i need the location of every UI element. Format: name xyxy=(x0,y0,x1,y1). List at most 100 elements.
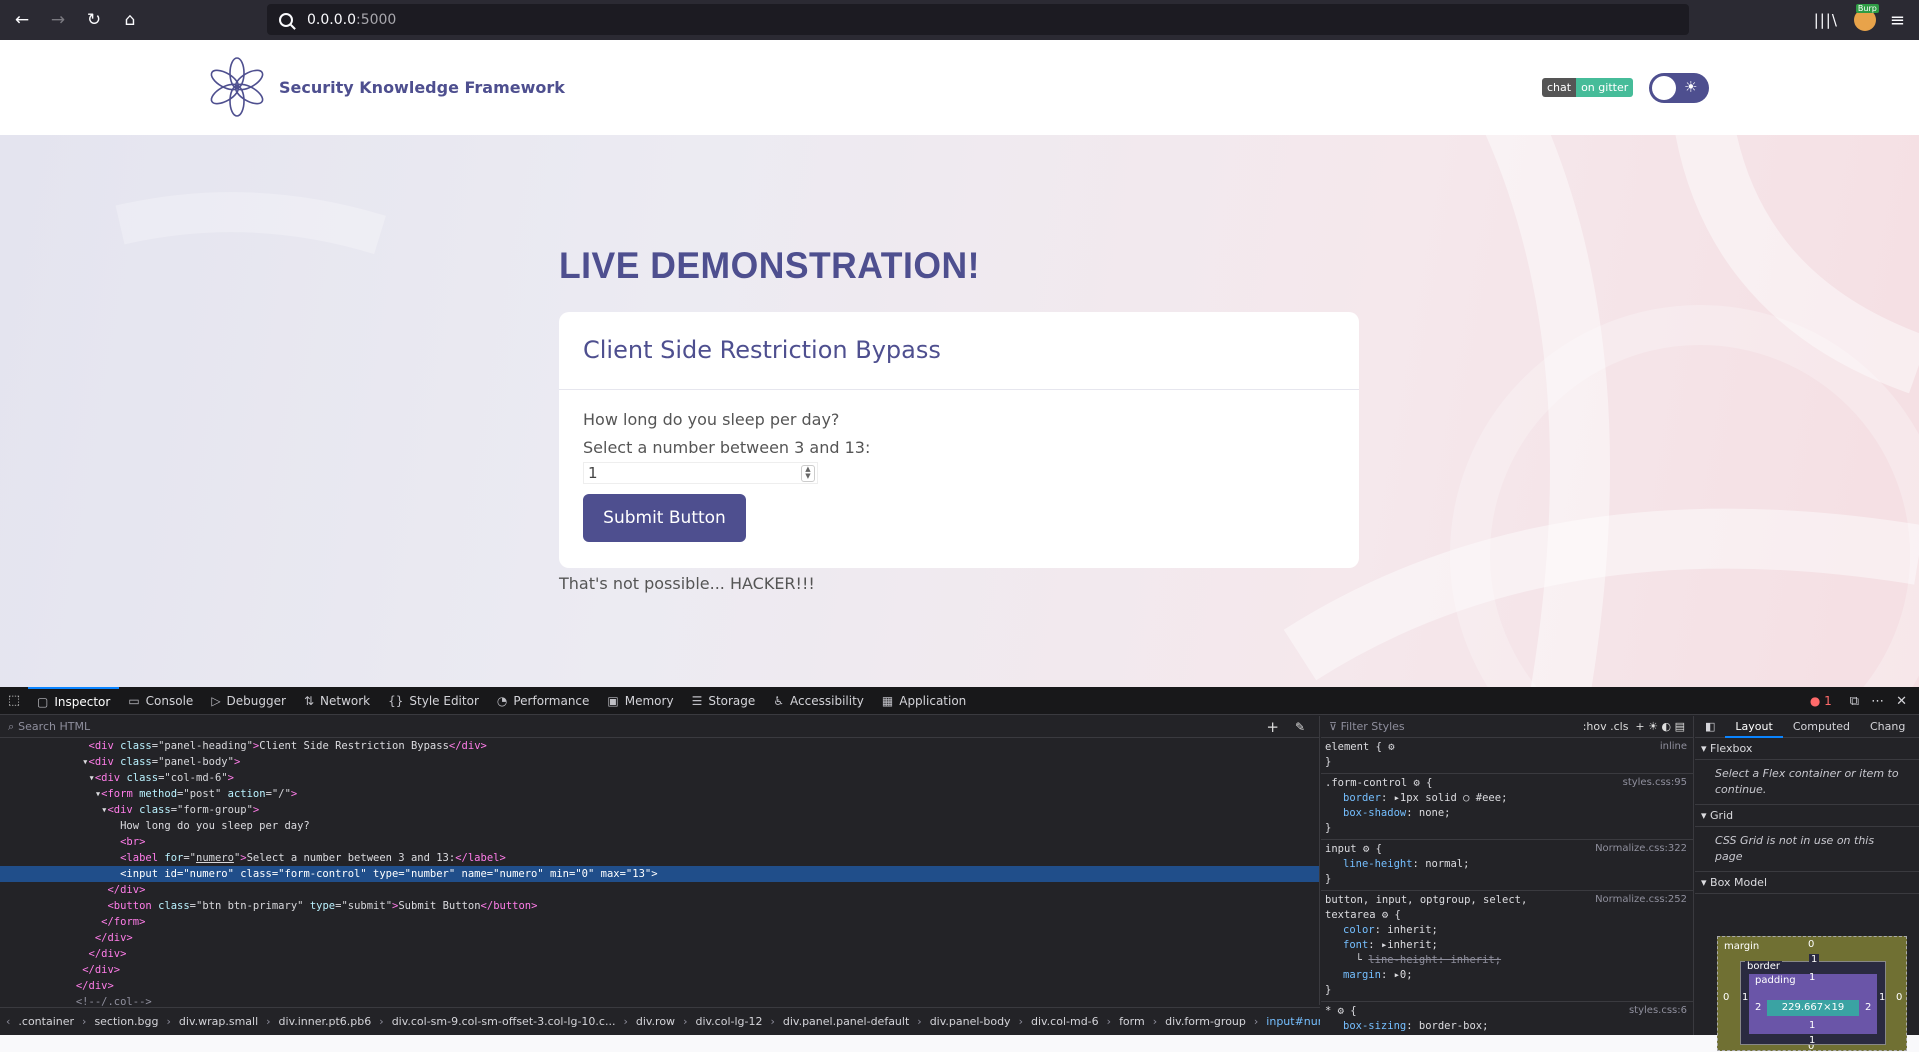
border-right-value[interactable]: 1 xyxy=(1879,992,1885,1003)
padding-bottom-value[interactable]: 1 xyxy=(1809,1020,1815,1031)
markup-line[interactable]: ▾<div class="panel-body"> xyxy=(0,754,1319,770)
markup-line[interactable]: </form> xyxy=(0,914,1319,930)
property-name[interactable]: border xyxy=(1343,792,1381,804)
markup-line[interactable]: <label for="numero">Select a number betw… xyxy=(0,850,1319,866)
css-rule[interactable]: element { ⚙ inline } xyxy=(1321,738,1693,774)
property-name[interactable]: color xyxy=(1343,924,1375,936)
gitter-chat-badge[interactable]: chat on gitter xyxy=(1542,78,1634,97)
padding-right-value[interactable]: 2 xyxy=(1865,1002,1871,1013)
border-top-value[interactable]: 1 xyxy=(1809,954,1820,965)
flexbox-section-toggle[interactable]: ▾ Flexbox xyxy=(1695,738,1919,760)
back-arrow-icon[interactable]: ← xyxy=(8,6,36,34)
search-html[interactable]: ⌕ Search HTML + ✎ xyxy=(0,716,1319,738)
tab-storage[interactable]: ☰ Storage xyxy=(683,687,765,715)
margin-right-value[interactable]: 0 xyxy=(1896,992,1902,1003)
border-left-value[interactable]: 1 xyxy=(1742,992,1748,1003)
gear-icon[interactable]: ⚙ xyxy=(1414,777,1420,789)
css-rule[interactable]: * ⚙ { styles.css:6 box-sizing: border-bo… xyxy=(1321,1002,1693,1038)
property-value[interactable]: normal xyxy=(1425,858,1463,870)
property-name[interactable]: margin xyxy=(1343,969,1381,981)
breadcrumb-item[interactable]: .container xyxy=(18,1015,74,1028)
rule-source[interactable]: styles.css:95 xyxy=(1623,777,1687,788)
property-value[interactable]: inherit xyxy=(1387,924,1431,936)
gear-icon[interactable]: ⚙ xyxy=(1388,741,1394,753)
breadcrumb-item[interactable]: div.row xyxy=(636,1015,675,1028)
library-icon[interactable]: |||\ xyxy=(1814,11,1838,29)
property-value[interactable]: inherit xyxy=(1387,939,1431,951)
gear-icon[interactable]: ⚙ xyxy=(1338,1005,1344,1017)
number-input[interactable]: 1 ▲ ▼ xyxy=(583,462,818,484)
tab-network[interactable]: ⇅ Network xyxy=(295,687,379,715)
hov-cls-toggles[interactable]: :hov .cls xyxy=(1583,720,1629,733)
markup-line[interactable]: </div> xyxy=(0,882,1319,898)
rule-source[interactable]: Normalize.css:322 xyxy=(1595,843,1687,854)
tab-application[interactable]: ▦ Application xyxy=(873,687,975,715)
markup-line[interactable]: </div> xyxy=(0,962,1319,978)
breadcrumb-item-current[interactable]: input#numero.form-control xyxy=(1266,1015,1320,1028)
css-rule[interactable]: .form-control ⚙ { styles.css:95 border: … xyxy=(1321,774,1693,840)
tab-performance[interactable]: ◔ Performance xyxy=(488,687,599,715)
breadcrumb-item[interactable]: div.col-lg-12 xyxy=(695,1015,762,1028)
gear-icon[interactable]: ⚙ xyxy=(1382,909,1388,921)
close-icon[interactable]: ✕ xyxy=(1896,694,1907,709)
property-name[interactable]: font xyxy=(1343,939,1368,951)
breadcrumb-item[interactable]: div.wrap.small xyxy=(179,1015,258,1028)
markup-line[interactable]: <div class="panel-heading">Client Side R… xyxy=(0,738,1319,754)
rule-source[interactable]: styles.css:6 xyxy=(1629,1005,1687,1016)
tab-accessibility[interactable]: ♿ Accessibility xyxy=(764,687,873,715)
markup-line[interactable]: ▾<div class="form-group"> xyxy=(0,802,1319,818)
more-options-icon[interactable]: ⋯ xyxy=(1871,694,1884,709)
dock-icon[interactable]: ⧉ xyxy=(1850,694,1859,709)
tab-computed[interactable]: Computed xyxy=(1783,716,1860,738)
breadcrumb-item[interactable]: div.col-md-6 xyxy=(1031,1015,1099,1028)
tab-memory[interactable]: ▣ Memory xyxy=(598,687,682,715)
property-value[interactable]: border-box xyxy=(1419,1020,1482,1032)
reload-icon[interactable]: ↻ xyxy=(80,6,108,34)
property-value[interactable]: 1px solid xyxy=(1400,792,1457,804)
property-name[interactable]: line-height xyxy=(1343,858,1413,870)
markup-line[interactable]: </div> xyxy=(0,978,1319,994)
url-bar[interactable]: 0.0.0.0:5000 xyxy=(267,4,1689,35)
home-icon[interactable]: ⌂ xyxy=(116,6,144,34)
breadcrumb-item[interactable]: div.panel.panel-default xyxy=(783,1015,909,1028)
css-rule[interactable]: input ⚙ { Normalize.css:322 line-height:… xyxy=(1321,840,1693,891)
breadcrumb-item[interactable]: div.form-group xyxy=(1165,1015,1246,1028)
brand[interactable]: Security Knowledge Framework xyxy=(207,54,565,120)
markup-line[interactable]: </div> xyxy=(0,930,1319,946)
grid-section-toggle[interactable]: ▾ Grid xyxy=(1695,805,1919,827)
property-name[interactable]: box-shadow xyxy=(1343,807,1406,819)
css-rule[interactable]: button, input, optgroup, select, textare… xyxy=(1321,891,1693,1002)
element-picker-icon[interactable]: ⬚ xyxy=(0,687,28,715)
rule-tools[interactable]: :hov .cls + ☀ ◐ ▤ xyxy=(1583,720,1685,733)
box-model-section-toggle[interactable]: ▾ Box Model xyxy=(1695,872,1919,894)
rule-source[interactable]: inline xyxy=(1660,741,1687,752)
overridden-property[interactable]: line-height: inherit; xyxy=(1368,954,1501,966)
rule-source[interactable]: Normalize.css:252 xyxy=(1595,894,1687,905)
eyedropper-icon[interactable]: ✎ xyxy=(1295,720,1305,734)
breadcrumb-item[interactable]: section.bgg xyxy=(94,1015,158,1028)
content-size[interactable]: 229.667×19 xyxy=(1767,1000,1859,1016)
breadcrumb-item[interactable]: div.panel-body xyxy=(930,1015,1011,1028)
chevron-left-icon[interactable]: ‹ xyxy=(6,1015,10,1028)
property-name[interactable]: box-sizing xyxy=(1343,1020,1406,1032)
tab-style-editor[interactable]: {} Style Editor xyxy=(379,687,488,715)
add-node-icon[interactable]: + xyxy=(1266,718,1279,736)
submit-button[interactable]: Submit Button xyxy=(583,494,746,542)
markup-line-selected[interactable]: <input id="numero" class="form-control" … xyxy=(0,866,1319,882)
markup-line[interactable]: <br> xyxy=(0,834,1319,850)
markup-line[interactable]: ▾<form method="post" action="/"> xyxy=(0,786,1319,802)
hamburger-menu-icon[interactable]: ≡ xyxy=(1890,10,1905,31)
toggle-sidebar-icon[interactable]: ◧ xyxy=(1695,716,1725,738)
tab-changes[interactable]: Chang xyxy=(1860,716,1915,738)
breadcrumb-item[interactable]: div.col-sm-9.col-sm-offset-3.col-lg-10.c… xyxy=(392,1015,616,1028)
tab-layout[interactable]: Layout xyxy=(1725,716,1783,738)
border-bottom-value[interactable]: 1 xyxy=(1809,1035,1815,1046)
gear-icon[interactable]: ⚙ xyxy=(1363,843,1369,855)
markup-line[interactable]: ▾<div class="col-md-6"> xyxy=(0,770,1319,786)
tab-debugger[interactable]: ▷ Debugger xyxy=(202,687,295,715)
theme-toggle[interactable]: ☀ xyxy=(1649,73,1709,103)
markup-line[interactable]: <button class="btn btn-primary" type="su… xyxy=(0,898,1319,914)
property-value[interactable]: 0 xyxy=(1400,969,1406,981)
breadcrumb-item[interactable]: div.inner.pt6.pb6 xyxy=(279,1015,372,1028)
forward-arrow-icon[interactable]: → xyxy=(44,6,72,34)
